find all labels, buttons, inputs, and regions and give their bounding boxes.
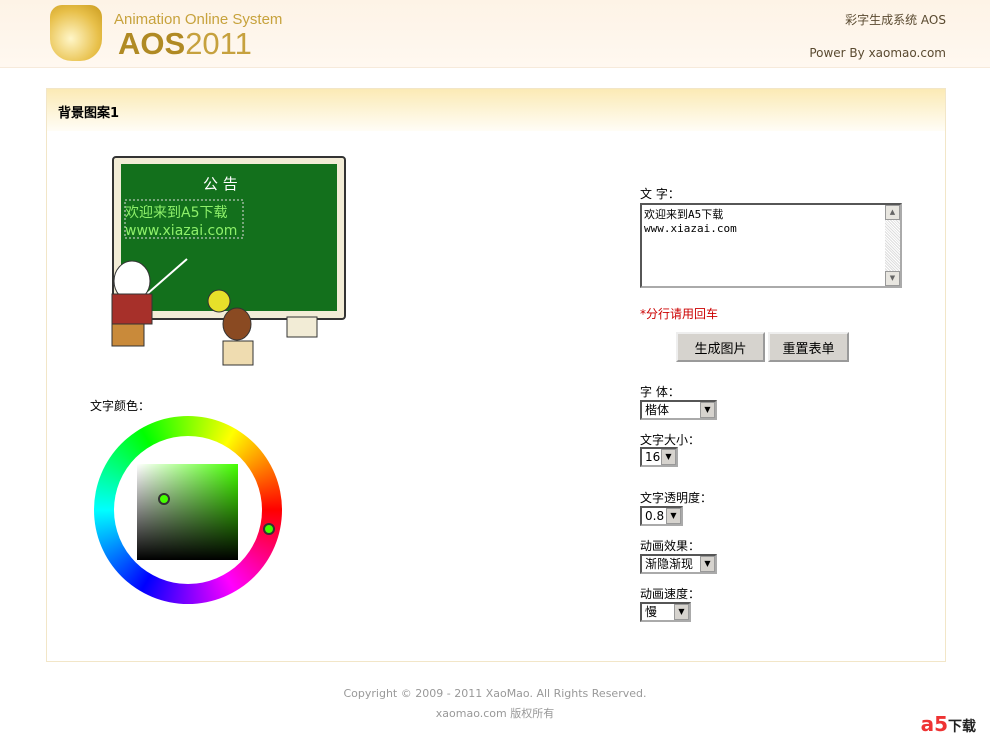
hue-handle[interactable]: [263, 523, 275, 535]
chevron-down-icon: ▼: [700, 556, 715, 572]
line-break-hint: *分行请用回车: [640, 307, 719, 321]
color-picker-handle[interactable]: [158, 493, 170, 505]
generate-image-button[interactable]: 生成图片: [676, 332, 765, 362]
effect-select[interactable]: 渐隐渐现 ▼: [640, 554, 717, 574]
chevron-down-icon: ▼: [661, 449, 676, 465]
watermark-text: 下载: [948, 719, 976, 735]
speed-value: 慢: [645, 605, 658, 619]
board-line2: www.xiazai.com: [125, 223, 237, 239]
size-label: 文字大小：: [640, 433, 701, 447]
chevron-down-icon: ▼: [674, 604, 689, 620]
logo-year: 2011: [185, 26, 252, 61]
size-value: 16: [645, 450, 661, 464]
preview-image: 公 告 欢迎来到A5下载 www.xiazai.com: [111, 156, 346, 366]
main-panel: 背景图案1 公 告 欢迎来到A5下载 www.xiazai.com 文字颜色： …: [46, 88, 946, 662]
scroll-up-icon[interactable]: ▲: [885, 205, 900, 220]
logo-title: AOS2011: [118, 26, 252, 62]
watermark-brand: a5: [920, 712, 948, 736]
site-link[interactable]: 彩字生成系统 AOS: [845, 11, 946, 28]
font-value: 楷体: [645, 403, 670, 417]
copyright: Copyright © 2009 - 2011 XaoMao. All Righ…: [343, 687, 647, 700]
rights: xaomao.com 版权所有: [435, 707, 555, 720]
font-select[interactable]: 楷体 ▼: [640, 400, 717, 420]
speed-select[interactable]: 慢 ▼: [640, 602, 691, 622]
panel-title: 背景图案1: [47, 89, 945, 131]
logo-aos: AOS: [118, 26, 186, 61]
text-label: 文 字：: [640, 187, 680, 201]
reset-form-button[interactable]: 重置表单: [768, 332, 849, 362]
opacity-value: 0.8: [645, 509, 665, 523]
chevron-down-icon: ▼: [666, 508, 681, 524]
footer: Copyright © 2009 - 2011 XaoMao. All Righ…: [0, 684, 990, 724]
power-link[interactable]: Power By xaomao.com: [809, 46, 946, 60]
opacity-label: 文字透明度：: [640, 491, 713, 505]
header: Animation Online System AOS2011 彩字生成系统 A…: [0, 0, 990, 68]
chevron-down-icon: ▼: [700, 402, 715, 418]
board-title: 公 告: [203, 175, 238, 193]
text-input[interactable]: [640, 203, 902, 288]
board-line1: 欢迎来到A5下载: [125, 205, 227, 221]
font-label: 字 体：: [640, 385, 680, 399]
effect-value: 渐隐渐现: [645, 557, 694, 571]
saturation-value-picker[interactable]: [137, 464, 238, 560]
text-color-label: 文字颜色：: [90, 399, 151, 413]
textarea-scrollbar[interactable]: ▲ ▼: [885, 205, 900, 286]
effect-label: 动画效果：: [640, 539, 701, 553]
logo-icon: [50, 5, 102, 61]
watermark-logo: a5下载: [921, 712, 976, 736]
scroll-down-icon[interactable]: ▼: [885, 271, 900, 286]
size-select[interactable]: 16 ▼: [640, 447, 678, 467]
opacity-select[interactable]: 0.8 ▼: [640, 506, 683, 526]
speed-label: 动画速度：: [640, 587, 701, 601]
